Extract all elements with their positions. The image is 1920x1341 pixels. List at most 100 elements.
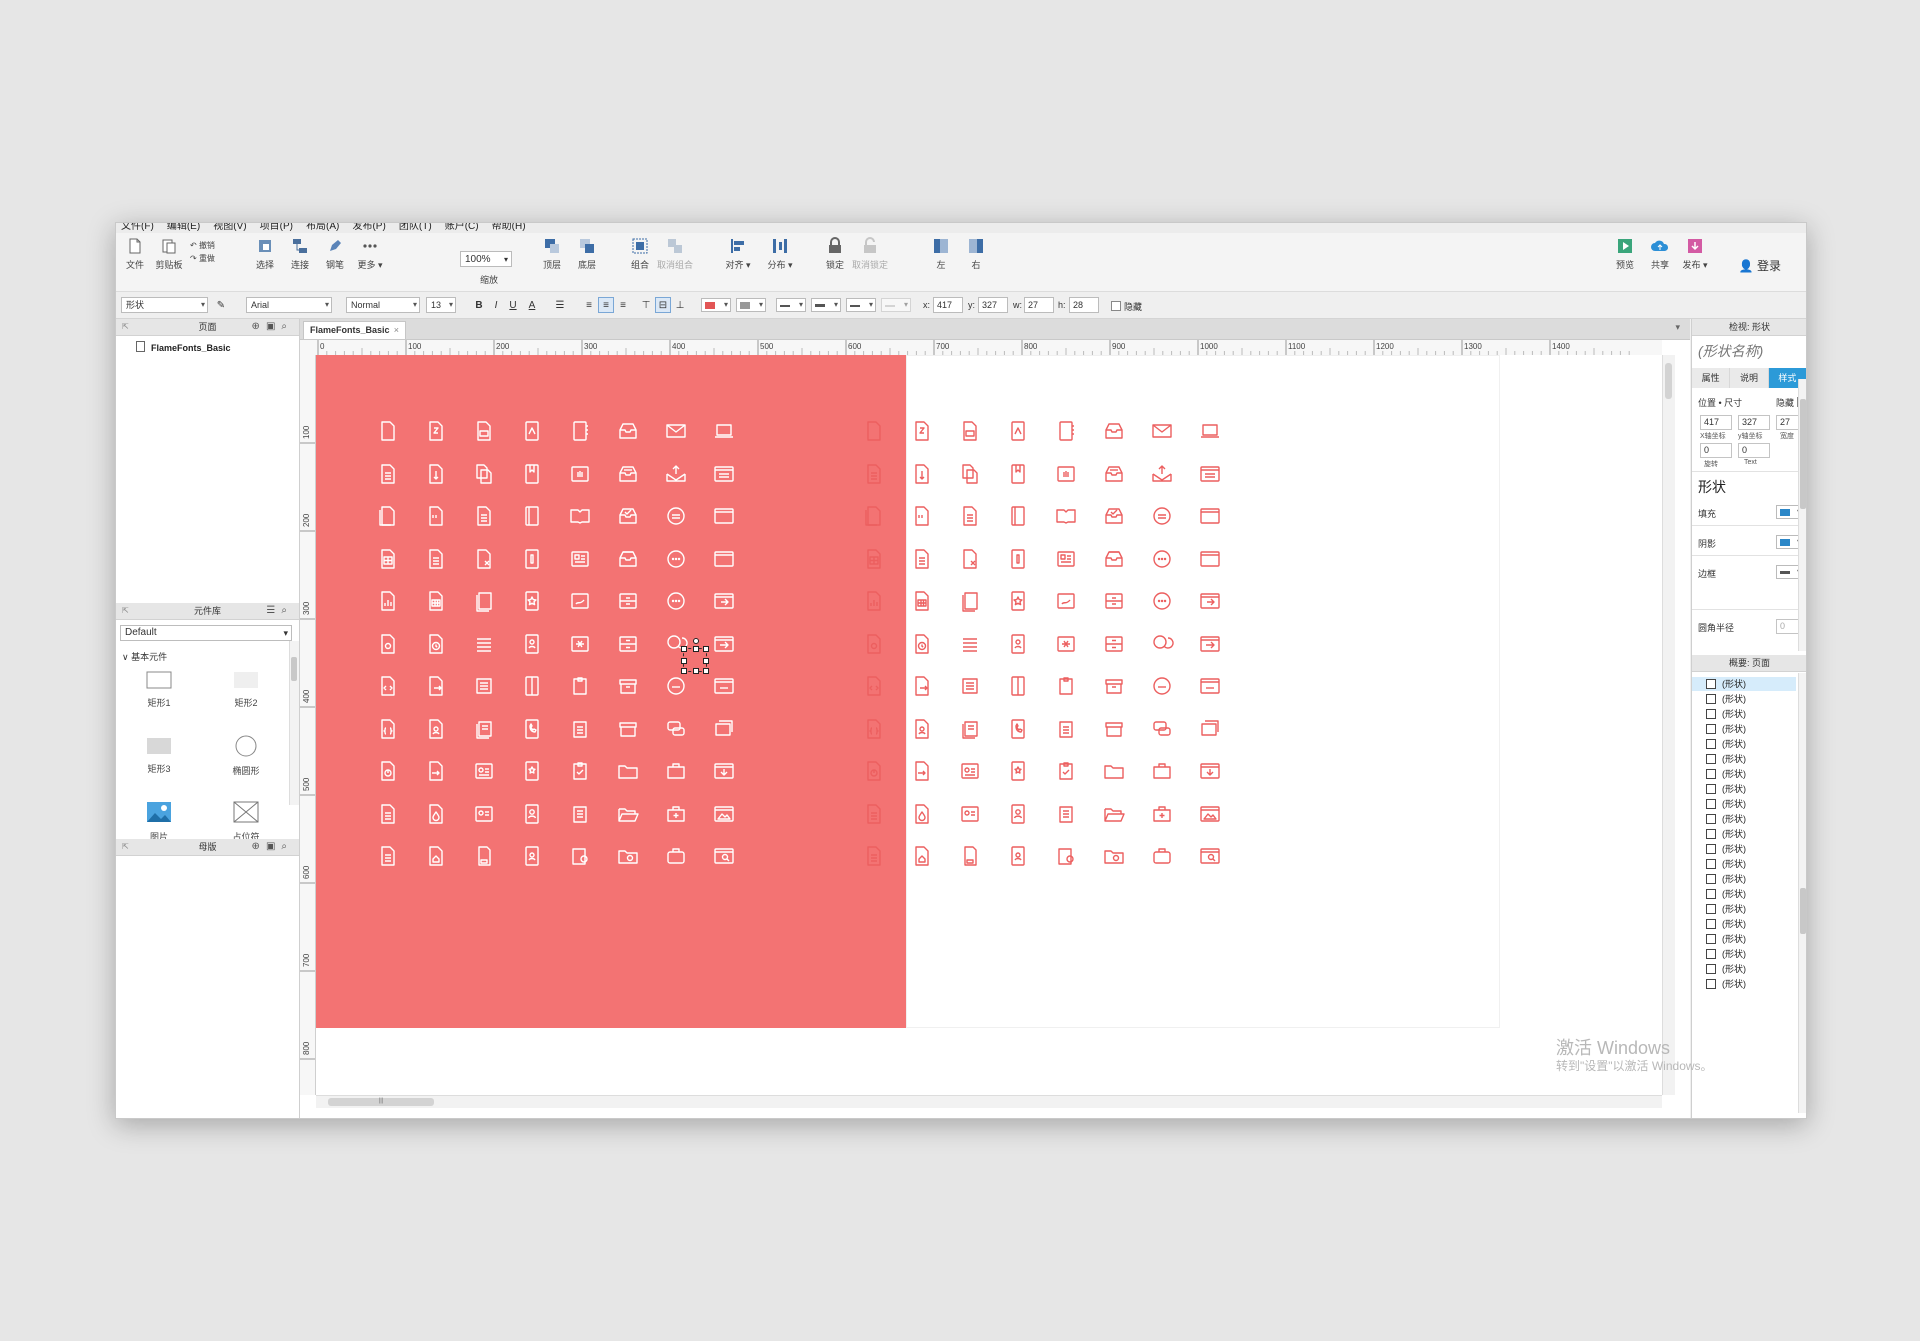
font-color-button[interactable]: A — [524, 297, 540, 313]
menu-team[interactable]: 团队(T) — [399, 223, 432, 232]
file-button[interactable]: 文件 — [116, 237, 154, 271]
outline-scroll-thumb[interactable] — [1800, 888, 1806, 934]
bookmark-book-icon[interactable] — [520, 759, 544, 783]
code-file-icon[interactable] — [376, 674, 400, 698]
line-color-picker[interactable] — [776, 298, 806, 312]
chat-more-icon[interactable] — [1150, 589, 1174, 613]
outline-item[interactable]: (形状) — [1706, 947, 1746, 961]
archive-icon[interactable] — [1102, 674, 1126, 698]
page-tree-item[interactable]: FlameFonts_Basic — [136, 341, 231, 353]
outline-item[interactable]: (形状) — [1706, 767, 1746, 781]
resize-handle[interactable] — [681, 646, 687, 652]
clipboard-icon[interactable] — [1054, 674, 1078, 698]
drop-file-icon[interactable] — [424, 802, 448, 826]
search-window-icon[interactable] — [712, 844, 736, 868]
vcard-icon[interactable] — [958, 802, 982, 826]
outline-item[interactable]: (形状) — [1706, 887, 1746, 901]
list-file-icon[interactable] — [958, 504, 982, 528]
italic-button[interactable]: I — [488, 297, 504, 313]
sort-file-icon[interactable] — [910, 462, 934, 486]
resize-handle[interactable] — [703, 658, 709, 664]
outline-item[interactable]: (形状) — [1706, 857, 1746, 871]
tab-properties[interactable]: 属性 — [1692, 368, 1731, 388]
outline-item[interactable]: (形状) — [1706, 902, 1746, 916]
upload-mail-icon[interactable] — [664, 462, 688, 486]
briefcase-icon[interactable] — [1150, 759, 1174, 783]
library-scrollbar[interactable] — [289, 641, 299, 805]
download-window-icon[interactable] — [1198, 759, 1222, 783]
storage-box-icon[interactable] — [1102, 717, 1126, 741]
inbox-check-icon[interactable] — [1102, 504, 1126, 528]
widget-image[interactable]: 图片 — [129, 801, 189, 843]
browser-in-icon[interactable] — [712, 589, 736, 613]
drawer-box-icon[interactable] — [616, 589, 640, 613]
resize-handle[interactable] — [681, 668, 687, 674]
x-input[interactable]: 417 — [933, 297, 963, 313]
laptop-icon[interactable] — [712, 419, 736, 443]
align-text-left-icon[interactable]: ≡ — [581, 297, 597, 313]
resize-handle[interactable] — [693, 646, 699, 652]
cabinet-icon[interactable] — [1102, 632, 1126, 656]
rotate-handle[interactable] — [693, 638, 699, 644]
preview-button[interactable]: 预览 — [1606, 237, 1644, 271]
menu-layout[interactable]: 布局(A) — [306, 223, 339, 232]
lines-icon[interactable] — [472, 632, 496, 656]
outline-item[interactable]: (形状) — [1706, 827, 1746, 841]
line-weight-picker[interactable] — [811, 298, 841, 312]
seo-icon[interactable] — [1198, 674, 1222, 698]
clipboard-gear-icon[interactable] — [568, 844, 592, 868]
text-file-icon[interactable] — [376, 462, 400, 486]
cards-icon[interactable] — [712, 717, 736, 741]
inspector-scroll-thumb[interactable] — [1800, 399, 1806, 509]
page-stack-icon[interactable] — [472, 589, 496, 613]
stamp-icon[interactable] — [1054, 632, 1078, 656]
chart-file-icon[interactable] — [862, 589, 886, 613]
news-stack-icon[interactable] — [472, 717, 496, 741]
pages-icon[interactable] — [862, 504, 886, 528]
font-file-icon[interactable] — [520, 419, 544, 443]
bookmark-book-icon[interactable] — [1006, 759, 1030, 783]
image-file-icon[interactable] — [472, 419, 496, 443]
zoom-select[interactable]: 100% ▾ — [460, 251, 512, 267]
inbox-icon[interactable] — [1102, 419, 1126, 443]
mail-icon[interactable] — [664, 419, 688, 443]
doc-file-icon[interactable] — [910, 547, 934, 571]
chart-pie-file-icon[interactable] — [862, 759, 886, 783]
clock-file-icon[interactable] — [910, 632, 934, 656]
az-file-icon[interactable] — [910, 419, 934, 443]
valign-bottom-icon[interactable]: ⊥ — [672, 297, 688, 313]
outline-scrollbar[interactable] — [1798, 673, 1806, 1113]
profile-icon[interactable] — [520, 802, 544, 826]
search-icon[interactable]: ⌕ — [281, 841, 293, 852]
ungroup-button[interactable]: 取消组合 — [656, 237, 694, 271]
page-stack-icon[interactable] — [958, 589, 982, 613]
table-file-icon[interactable] — [376, 547, 400, 571]
widget-ellipse[interactable]: 椭圆形 — [216, 735, 276, 777]
widget-rect2[interactable]: 矩形2 — [216, 671, 276, 709]
resize-handle[interactable] — [681, 658, 687, 664]
image-doc-icon[interactable] — [862, 632, 886, 656]
chevron-down-icon[interactable]: ▾ — [1675, 322, 1680, 333]
copy-files-icon[interactable] — [958, 462, 982, 486]
inbox-tray-icon[interactable] — [1102, 547, 1126, 571]
doc-list-icon[interactable] — [862, 802, 886, 826]
tab-notes[interactable]: 说明 — [1730, 368, 1769, 388]
grid-file-icon[interactable] — [910, 589, 934, 613]
send-bottom-button[interactable]: 底层 — [568, 237, 606, 271]
clipboard-gear-icon[interactable] — [1054, 844, 1078, 868]
resize-handle[interactable] — [693, 668, 699, 674]
chart-pie-file-icon[interactable] — [376, 759, 400, 783]
news-icon[interactable] — [1054, 547, 1078, 571]
browser-doc-icon[interactable] — [1198, 462, 1222, 486]
library-scroll-thumb[interactable] — [291, 657, 297, 681]
code-file-icon[interactable] — [862, 674, 886, 698]
news-stack-icon[interactable] — [958, 717, 982, 741]
open-book-icon[interactable] — [1054, 504, 1078, 528]
signed-doc-icon[interactable] — [1054, 589, 1078, 613]
outline-item[interactable]: (形状) — [1706, 917, 1746, 931]
law-book-icon[interactable] — [1006, 547, 1030, 571]
outline-item[interactable]: (形状) — [1692, 677, 1796, 691]
home-file-icon[interactable] — [424, 844, 448, 868]
json-file-icon[interactable] — [376, 717, 400, 741]
sort-file-icon[interactable] — [424, 462, 448, 486]
